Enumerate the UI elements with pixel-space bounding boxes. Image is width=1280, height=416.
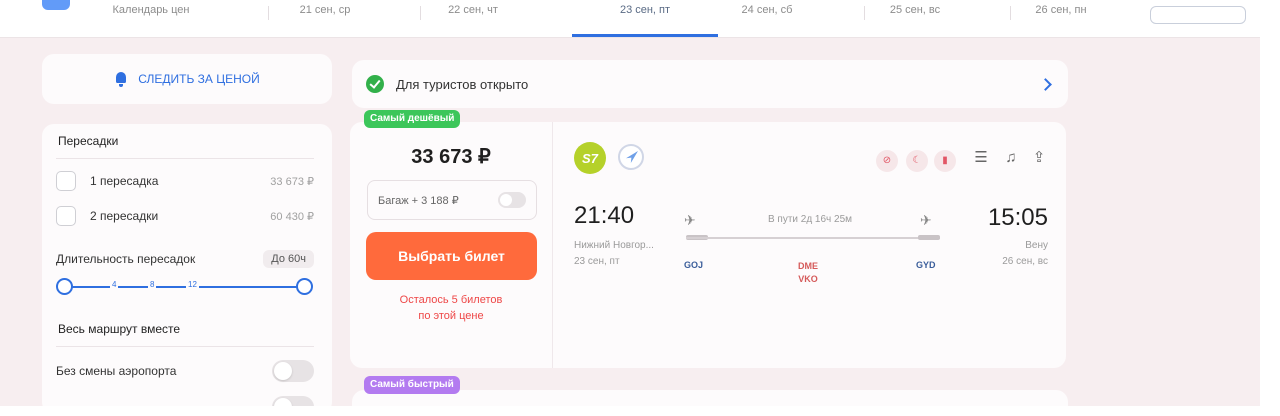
filter-list-icon[interactable]: ☰ [972, 148, 990, 168]
airline-logo: S7 [574, 142, 606, 174]
arrival-city: Вену [1025, 240, 1048, 251]
baggage-option[interactable]: Багаж + 3 188 ₽ [367, 180, 537, 220]
landing-icon: ✈ [920, 212, 932, 228]
ticket-price: 33 673 ₽ [411, 146, 491, 168]
travel-open-banner[interactable]: Для туристов открыто [352, 60, 1068, 108]
toggle-label: Без смены аэропорта [56, 364, 177, 378]
flight-duration: В пути 2д 16ч 25м [767, 214, 853, 225]
option-price: 33 673 ₽ [270, 175, 314, 188]
baggage-label: Багаж + 3 188 ₽ [378, 194, 459, 207]
check-icon [366, 75, 384, 93]
filters-panel: Пересадки 1 пересадка 33 673 ₽ 2 пересад… [42, 124, 332, 406]
seats-left-notice: Осталось 5 билетов по этой цене [350, 292, 552, 324]
strip-button[interactable] [1150, 6, 1246, 24]
departure-info: Нижний Новгор... 23 сен, пт [574, 238, 654, 270]
tab-date-26[interactable]: 26 сен, пн [1016, 0, 1106, 36]
option-label: 2 пересадки [90, 209, 159, 223]
no-airport-change-toggle[interactable] [272, 360, 314, 382]
filter-option-1-transfer[interactable]: 1 пересадка 33 673 ₽ [56, 170, 314, 192]
price-alert-button[interactable]: СЛЕДИТЬ ЗА ЦЕНОЙ [42, 54, 332, 104]
takeoff-icon: ✈ [684, 212, 696, 228]
arrival-iata: GYD [916, 260, 936, 270]
stop-iata: VKO [798, 274, 818, 284]
airport-section-title: Весь маршрут вместе [58, 322, 181, 336]
extra-toggle-row[interactable] [56, 396, 314, 406]
fastest-badge: Самый быстрый [364, 376, 460, 394]
tab-price-calendar[interactable]: Календарь цен [86, 0, 216, 36]
checkbox[interactable] [56, 206, 76, 226]
tab-date-21[interactable]: 21 сен, ср [280, 0, 370, 36]
arrival-time: 15:05 [987, 204, 1048, 231]
select-ticket-button[interactable]: Выбрать билет [366, 232, 537, 280]
stop-iata: DME [798, 261, 818, 271]
warning-flag-icon: ⊘ [876, 150, 898, 172]
price-alert-label: СЛЕДИТЬ ЗА ЦЕНОЙ [138, 72, 260, 86]
duration-value: До 60ч [263, 250, 314, 268]
next-ticket-card [352, 390, 1068, 406]
banner-text: Для туристов открыто [396, 76, 529, 92]
night-flag-icon: ☾ [906, 150, 928, 172]
date-strip: Календарь цен 21 сен, ср 22 сен, чт 23 с… [0, 0, 1260, 38]
departure-time: 21:40 [574, 202, 635, 229]
share-icon[interactable]: ⇪ [1030, 148, 1048, 168]
stopover-codes[interactable]: DME VKO [788, 260, 828, 286]
bell-icon [114, 71, 128, 87]
tab-date-25[interactable]: 25 сен, вс [870, 0, 960, 36]
filter-option-2-transfers[interactable]: 2 пересадки 60 430 ₽ [56, 205, 314, 227]
no-airport-change-row[interactable]: Без смены аэропорта [56, 360, 314, 382]
transfers-title: Пересадки [58, 134, 119, 148]
tab-date-23[interactable]: 23 сен, пт [572, 0, 718, 37]
search-results-page: Календарь цен 21 сен, ср 22 сен, чт 23 с… [0, 0, 1260, 406]
option-price: 60 430 ₽ [270, 210, 314, 223]
slider-tick: 4 [110, 280, 119, 289]
slider-tick: 8 [148, 280, 157, 289]
departure-date: 23 сен, пт [574, 256, 620, 267]
option-label: 1 пересадка [90, 174, 159, 188]
departure-iata: GOJ [684, 260, 704, 270]
duration-label: Длительность пересадок [56, 252, 196, 266]
logo [42, 0, 70, 10]
baggage-flag-icon: ▮ [934, 150, 956, 172]
slider-tick: 12 [186, 280, 199, 289]
duration-slider[interactable]: 4 8 12 [56, 278, 316, 295]
route-line [686, 237, 940, 239]
extra-toggle[interactable] [272, 396, 314, 406]
tab-date-22[interactable]: 22 сен, чт [428, 0, 518, 36]
slider-min-handle[interactable] [56, 278, 73, 295]
transfer-duration-row: Длительность пересадок До 60ч [56, 248, 314, 270]
seats-left-line: по этой цене [418, 310, 484, 322]
bell-icon[interactable]: ♫ [1002, 148, 1020, 168]
arrival-date: 26 сен, вс [1002, 256, 1048, 267]
baggage-toggle[interactable] [498, 192, 526, 208]
checkbox[interactable] [56, 171, 76, 191]
departure-city: Нижний Новгор... [574, 240, 654, 251]
tab-date-24[interactable]: 24 сен, сб [722, 0, 812, 36]
cheapest-badge: Самый дешёвый [364, 110, 461, 128]
partner-airline-icon [618, 144, 644, 170]
arrival-info: Вену 26 сен, вс [1002, 238, 1048, 270]
ticket-card: 33 673 ₽ Багаж + 3 188 ₽ Выбрать билет О… [350, 122, 1066, 368]
chevron-right-icon [1039, 77, 1052, 91]
seats-left-line: Осталось 5 билетов [399, 294, 503, 306]
slider-max-handle[interactable] [296, 278, 313, 295]
